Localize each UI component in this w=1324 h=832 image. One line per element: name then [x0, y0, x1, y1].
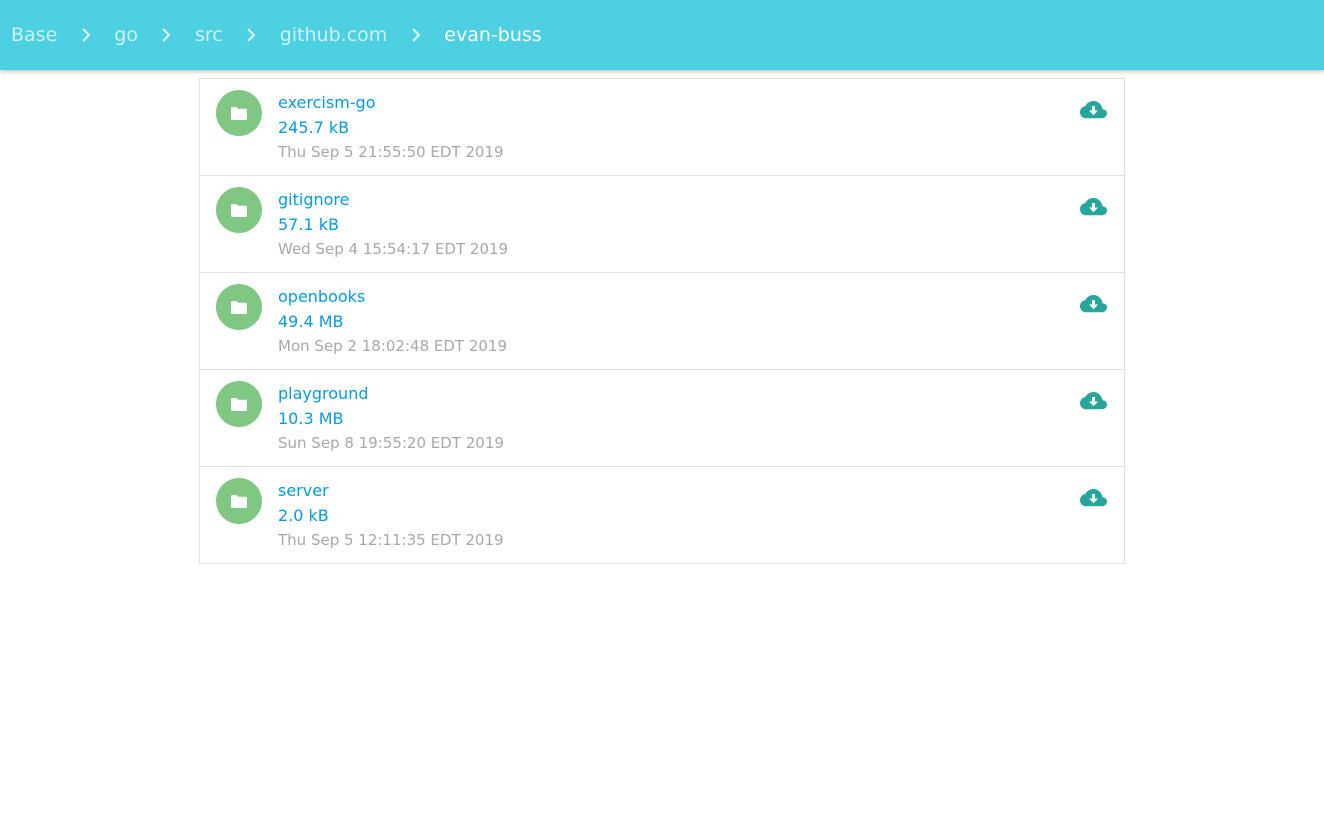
file-size: 245.7 kB — [278, 118, 350, 137]
file-name[interactable]: playground — [278, 384, 368, 403]
chevron-right-icon — [223, 0, 280, 70]
folder-icon — [231, 494, 247, 508]
cloud-download-icon[interactable] — [1080, 196, 1108, 220]
cloud-download-icon[interactable] — [1080, 390, 1108, 414]
file-name[interactable]: exercism-go — [278, 93, 376, 112]
folder-icon — [231, 106, 247, 120]
list-item[interactable]: exercism-go 245.7 kB Thu Sep 5 21:55:50 … — [200, 79, 1124, 176]
breadcrumb-bar: Base go src github.com evan-buss — [0, 0, 1324, 70]
folder-icon — [231, 203, 247, 217]
file-name[interactable]: gitignore — [278, 190, 349, 209]
file-modified: Wed Sep 4 15:54:17 EDT 2019 — [278, 240, 509, 258]
breadcrumb-go[interactable]: go — [114, 0, 138, 70]
file-name[interactable]: openbooks — [278, 287, 365, 306]
breadcrumb-src[interactable]: src — [195, 0, 223, 70]
list-item[interactable]: openbooks 49.4 MB Mon Sep 2 18:02:48 EDT… — [200, 273, 1124, 370]
cloud-download-icon[interactable] — [1080, 487, 1108, 511]
cloud-download-icon[interactable] — [1080, 99, 1108, 123]
breadcrumb-base[interactable]: Base — [11, 0, 57, 70]
chevron-right-icon — [138, 0, 195, 70]
file-modified: Sun Sep 8 19:55:20 EDT 2019 — [278, 434, 504, 452]
file-size: 57.1 kB — [278, 215, 339, 234]
file-modified: Thu Sep 5 12:11:35 EDT 2019 — [278, 531, 504, 549]
folder-avatar — [216, 381, 262, 427]
file-list: exercism-go 245.7 kB Thu Sep 5 21:55:50 … — [199, 78, 1125, 564]
folder-icon — [231, 397, 247, 411]
list-item[interactable]: server 2.0 kB Thu Sep 5 12:11:35 EDT 201… — [200, 467, 1124, 563]
file-modified: Mon Sep 2 18:02:48 EDT 2019 — [278, 337, 508, 355]
list-item[interactable]: playground 10.3 MB Sun Sep 8 19:55:20 ED… — [200, 370, 1124, 467]
file-size: 10.3 MB — [278, 409, 344, 428]
cloud-download-icon[interactable] — [1080, 293, 1108, 317]
file-modified: Thu Sep 5 21:55:50 EDT 2019 — [278, 143, 504, 161]
folder-avatar — [216, 284, 262, 330]
file-size: 49.4 MB — [278, 312, 344, 331]
folder-avatar — [216, 478, 262, 524]
folder-avatar — [216, 90, 262, 136]
file-name[interactable]: server — [278, 481, 329, 500]
folder-icon — [231, 300, 247, 314]
breadcrumb-evan-buss[interactable]: evan-buss — [444, 0, 541, 70]
folder-avatar — [216, 187, 262, 233]
list-item[interactable]: gitignore 57.1 kB Wed Sep 4 15:54:17 EDT… — [200, 176, 1124, 273]
chevron-right-icon — [57, 0, 114, 70]
file-size: 2.0 kB — [278, 506, 329, 525]
chevron-right-icon — [387, 0, 444, 70]
breadcrumb-github-com[interactable]: github.com — [280, 0, 388, 70]
